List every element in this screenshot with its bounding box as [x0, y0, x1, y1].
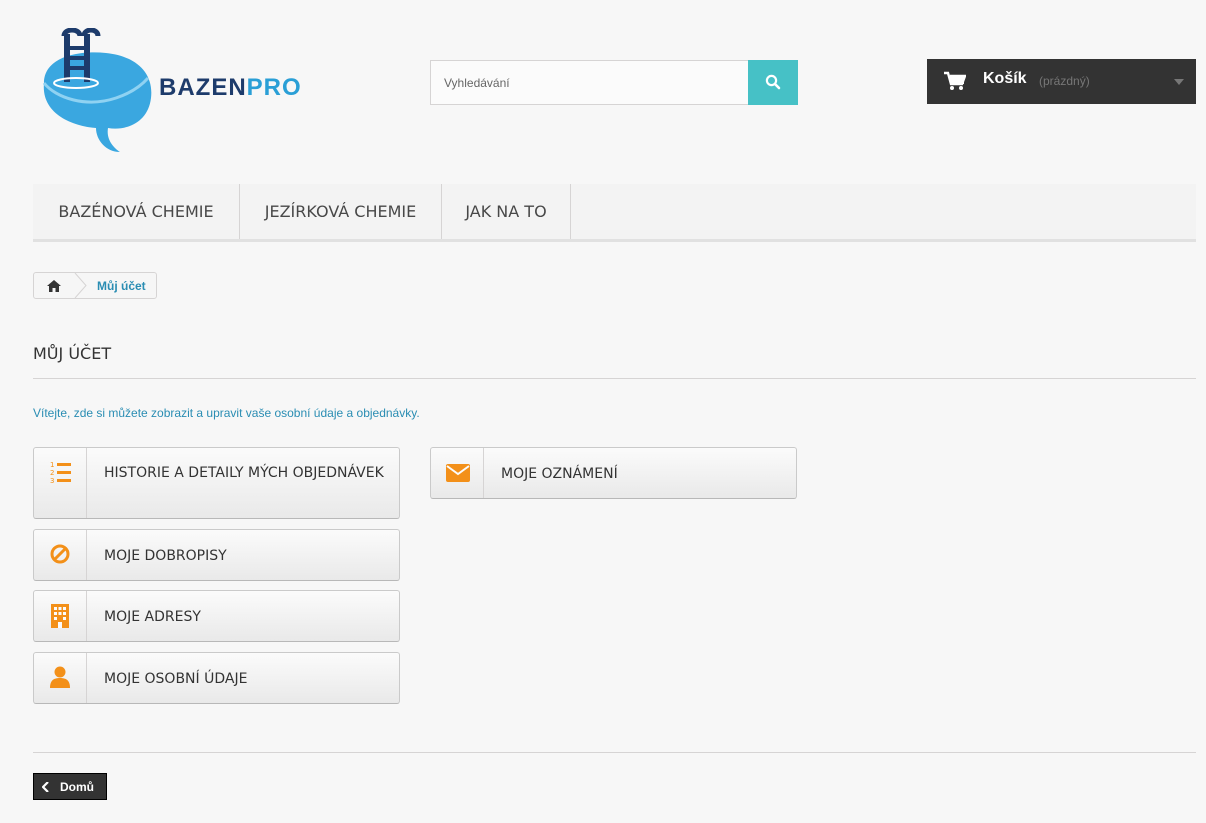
icon-cell: [34, 653, 87, 703]
page-title: MŮJ ÚČET: [33, 344, 112, 363]
addresses-button[interactable]: MOJE ADRESY: [33, 590, 400, 642]
search-icon: [765, 74, 781, 90]
personal-info-button[interactable]: MOJE OSOBNÍ ÚDAJE: [33, 652, 400, 704]
logo[interactable]: BAZENPRO: [36, 28, 316, 158]
addresses-label: MOJE ADRESY: [104, 609, 201, 625]
svg-text:3: 3: [50, 477, 54, 484]
main-menu: BAZÉNOVÁ CHEMIE JEZÍRKOVÁ CHEMIE JAK NA …: [33, 184, 1196, 242]
cart-status: (prázdný): [1039, 74, 1090, 88]
icon-cell: [431, 448, 484, 498]
welcome-text: Vítejte, zde si můžete zobrazit a upravi…: [33, 406, 420, 420]
user-icon: [50, 666, 70, 688]
chevron-left-icon: [42, 782, 49, 792]
menu-item-bazenova-chemie[interactable]: BAZÉNOVÁ CHEMIE: [33, 184, 240, 239]
order-history-label: HISTORIE A DETAILY MÝCH OBJEDNÁVEK: [104, 465, 384, 481]
building-icon: [51, 604, 69, 628]
menu-item-jezirkova-chemie[interactable]: JEZÍRKOVÁ CHEMIE: [240, 184, 442, 239]
breadcrumb-separator: [74, 273, 87, 298]
breadcrumb-current: Můj účet: [97, 279, 146, 293]
ban-icon: [50, 544, 70, 564]
search-form: [430, 60, 798, 105]
whale-logo-icon: [42, 28, 152, 152]
cart-label: Košík: [983, 70, 1027, 87]
menu-item-jak-na-to[interactable]: JAK NA TO: [442, 184, 571, 239]
envelope-icon: [446, 464, 470, 482]
search-button[interactable]: [748, 60, 798, 105]
logo-text: BAZENPRO: [159, 74, 302, 102]
divider: [33, 378, 1196, 379]
breadcrumb-home[interactable]: [34, 273, 78, 298]
cart-icon: [944, 71, 966, 90]
home-button-label: Domů: [60, 780, 94, 794]
home-button[interactable]: Domů: [33, 773, 107, 800]
order-history-button[interactable]: 1 2 3 HISTORIE A DETAILY MÝCH OBJEDNÁVEK: [33, 447, 400, 519]
notifications-label: MOJE OZNÁMENÍ: [501, 466, 618, 482]
order-list-icon: 1 2 3: [50, 461, 71, 484]
credit-slips-button[interactable]: MOJE DOBROPISY: [33, 529, 400, 581]
logo-text-bazen: BAZEN: [159, 74, 247, 101]
credit-slips-label: MOJE DOBROPISY: [104, 548, 227, 564]
svg-text:1: 1: [50, 461, 54, 469]
home-icon: [47, 280, 61, 292]
svg-text:2: 2: [50, 469, 54, 477]
caret-down-icon: [1174, 79, 1184, 85]
icon-cell: [34, 530, 87, 580]
page: BAZENPRO Košík (prázdný) BAZÉNOVÁ CHEMIE…: [0, 0, 1206, 823]
breadcrumb: Můj účet: [33, 272, 157, 299]
personal-info-label: MOJE OSOBNÍ ÚDAJE: [104, 671, 248, 687]
notifications-button[interactable]: MOJE OZNÁMENÍ: [430, 447, 797, 499]
cart-button[interactable]: Košík (prázdný): [927, 59, 1196, 104]
search-input[interactable]: [430, 60, 748, 105]
divider: [33, 752, 1196, 753]
icon-cell: [34, 591, 87, 641]
logo-text-pro: PRO: [246, 74, 302, 101]
icon-cell: 1 2 3: [34, 448, 87, 518]
